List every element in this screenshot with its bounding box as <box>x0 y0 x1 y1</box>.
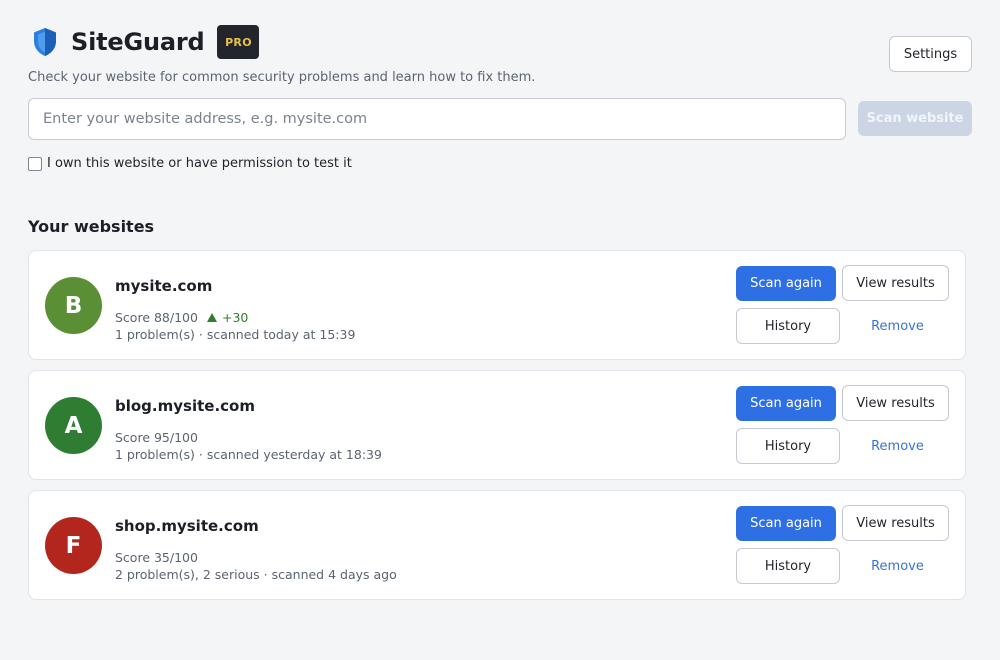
history-button[interactable]: History <box>736 428 840 464</box>
remove-link[interactable]: Remove <box>842 308 953 344</box>
permission-label: I own this website or have permission to… <box>47 156 352 171</box>
app-title: SiteGuard <box>71 28 205 56</box>
grade-badge: F <box>45 517 102 574</box>
section-title: Your websites <box>28 217 155 236</box>
scan-meta: 1 problem(s) · scanned today at 15:39 <box>115 327 356 342</box>
view-results-button[interactable]: View results <box>842 505 949 541</box>
pro-badge: PRO <box>217 25 260 59</box>
triangle-up-icon <box>206 313 217 322</box>
scan-meta: 2 problem(s), 2 serious · scanned 4 days… <box>115 567 397 582</box>
score-line: Score 35/100 <box>115 550 198 565</box>
website-card: B mysite.com Score 88/100 +30 1 problem(… <box>28 250 966 360</box>
settings-button[interactable]: Settings <box>889 36 972 72</box>
score-trend: +30 <box>206 310 249 325</box>
scan-again-button[interactable]: Scan again <box>736 266 836 301</box>
history-button[interactable]: History <box>736 308 840 344</box>
site-score: Score 95/100 <box>115 430 198 445</box>
website-address-input[interactable] <box>28 98 846 140</box>
site-score: Score 88/100 <box>115 310 198 325</box>
permission-checkbox[interactable] <box>28 156 42 171</box>
scan-website-button[interactable]: Scan website <box>858 101 972 136</box>
view-results-button[interactable]: View results <box>842 385 949 421</box>
brand: SiteGuard PRO <box>32 25 260 59</box>
history-button[interactable]: History <box>736 548 840 584</box>
grade-badge: A <box>45 397 102 454</box>
scan-again-button[interactable]: Scan again <box>736 506 836 541</box>
view-results-button[interactable]: View results <box>842 265 949 301</box>
site-name: mysite.com <box>115 277 213 295</box>
website-card: A blog.mysite.com Score 95/100 1 problem… <box>28 370 966 480</box>
website-list: B mysite.com Score 88/100 +30 1 problem(… <box>28 250 966 610</box>
site-name: shop.mysite.com <box>115 517 259 535</box>
permission-row: I own this website or have permission to… <box>28 156 352 171</box>
shield-icon <box>34 28 56 56</box>
scan-again-button[interactable]: Scan again <box>736 386 836 421</box>
score-line: Score 95/100 <box>115 430 198 445</box>
remove-link[interactable]: Remove <box>842 428 953 464</box>
page-subtitle: Check your website for common security p… <box>28 70 536 85</box>
siteguard-app: SiteGuard PRO Settings Check your websit… <box>0 0 1000 660</box>
score-line: Score 88/100 +30 <box>115 310 248 325</box>
scan-meta: 1 problem(s) · scanned yesterday at 18:3… <box>115 447 382 462</box>
remove-link[interactable]: Remove <box>842 548 953 584</box>
trend-value: +30 <box>221 310 249 325</box>
site-name: blog.mysite.com <box>115 397 255 415</box>
grade-badge: B <box>45 277 102 334</box>
website-card: F shop.mysite.com Score 35/100 2 problem… <box>28 490 966 600</box>
site-score: Score 35/100 <box>115 550 198 565</box>
